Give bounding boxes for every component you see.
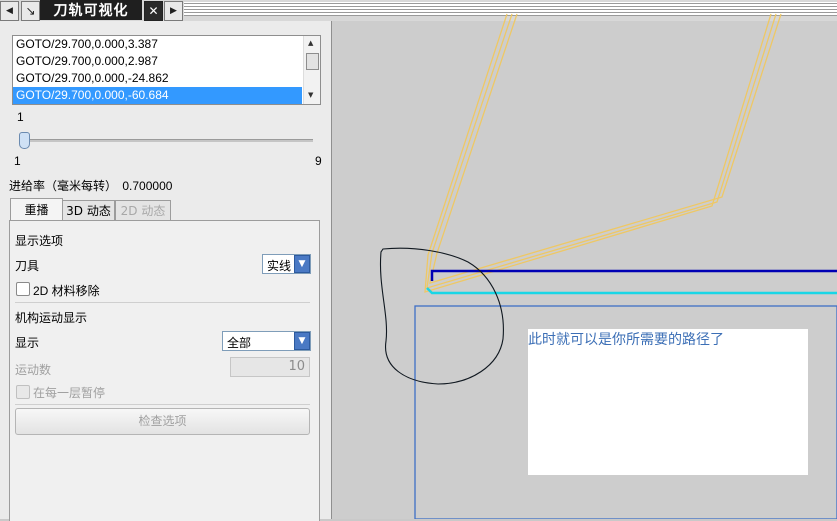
annotation-box xyxy=(528,329,808,475)
feed-line xyxy=(426,287,837,295)
toolpath-line xyxy=(424,13,772,293)
toolpath-line xyxy=(426,13,777,289)
toolpath-lines xyxy=(424,13,782,293)
hand-drawn-circle xyxy=(379,247,504,385)
toolpath-line xyxy=(429,13,782,284)
annotation-text: 此时就可以是你所需要的路径了 xyxy=(528,332,724,348)
cut-line xyxy=(430,269,837,281)
